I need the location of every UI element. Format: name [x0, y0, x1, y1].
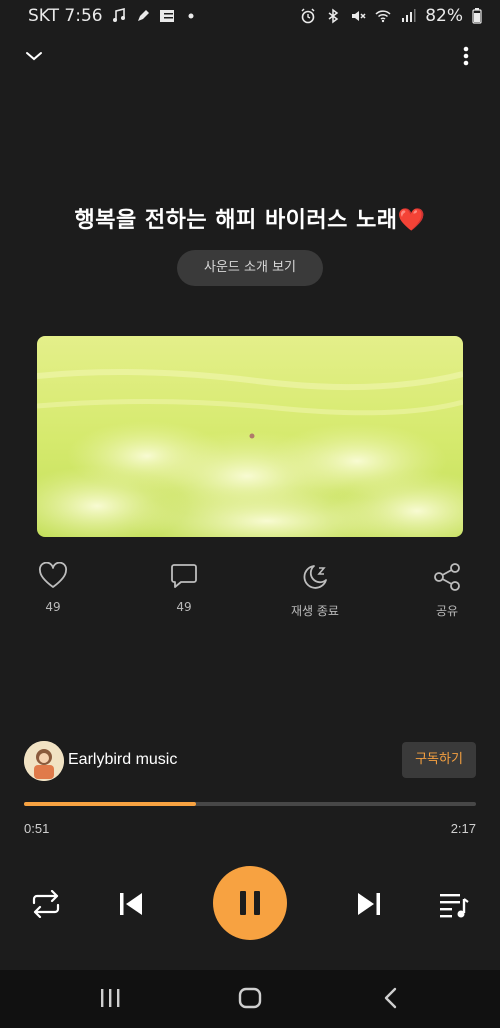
like-button[interactable]: 49 [8, 562, 98, 614]
total-time: 2:17 [450, 821, 476, 836]
cover-artwork [37, 336, 463, 537]
avatar[interactable] [24, 741, 64, 781]
status-left: SKT 7:56 [28, 6, 199, 26]
bluetooth-icon [328, 8, 339, 24]
pause-icon [240, 891, 260, 915]
dot-icon [188, 13, 194, 19]
sound-intro-button[interactable]: 사운드 소개 보기 [177, 250, 323, 286]
pen-icon [137, 10, 149, 21]
repeat-icon[interactable] [30, 890, 62, 918]
home-icon[interactable] [237, 984, 263, 1012]
cover-image [37, 336, 463, 537]
avatar-image [24, 741, 64, 781]
track-title: 행복을 전하는 해피 바이러스 노래❤️ [74, 208, 426, 233]
comment-icon [171, 564, 197, 588]
player-controls [0, 866, 500, 942]
share-icon [434, 563, 460, 591]
heart-icon [39, 562, 67, 588]
system-nav-bar [0, 970, 500, 1028]
music-note-icon [112, 8, 125, 22]
channel-row: Earlybird music 구독하기 [24, 741, 476, 781]
previous-icon[interactable] [118, 892, 144, 916]
status-right: 82% [300, 6, 482, 26]
status-bar: SKT 7:56 82% [0, 0, 500, 32]
battery-icon [472, 8, 482, 24]
comment-button[interactable]: 49 [139, 562, 229, 614]
wifi-icon [375, 10, 391, 23]
next-icon[interactable] [356, 892, 382, 916]
alarm-icon [301, 8, 315, 24]
top-bar [0, 36, 500, 76]
more-vertical-icon[interactable] [454, 42, 478, 70]
battery-percent: 82% [425, 6, 463, 26]
share-button[interactable]: 공유 [402, 562, 492, 619]
progress-bar[interactable] [24, 801, 476, 807]
carrier-time: SKT 7:56 [28, 6, 103, 26]
recent-apps-icon[interactable] [98, 984, 122, 1012]
list-icon [159, 10, 174, 22]
subscribe-button[interactable]: 구독하기 [402, 742, 476, 778]
channel-name[interactable]: Earlybird music [68, 751, 177, 769]
action-row: 49 49 재생 종료 공유 [0, 562, 500, 622]
current-time: 0:51 [24, 821, 50, 836]
playlist-icon[interactable] [438, 891, 470, 919]
progress-fill [24, 802, 196, 806]
signal-icon [402, 9, 416, 22]
comment-count: 49 [176, 600, 192, 614]
sleep-timer-icon [303, 565, 327, 589]
chevron-down-icon[interactable] [22, 44, 46, 68]
pause-button[interactable] [213, 866, 287, 940]
mute-icon [352, 11, 366, 21]
sleep-timer-label: 재생 종료 [291, 604, 339, 618]
share-label: 공유 [435, 604, 459, 618]
back-icon[interactable] [380, 984, 400, 1012]
like-count: 49 [45, 600, 61, 614]
sleep-timer-button[interactable]: 재생 종료 [270, 562, 360, 619]
